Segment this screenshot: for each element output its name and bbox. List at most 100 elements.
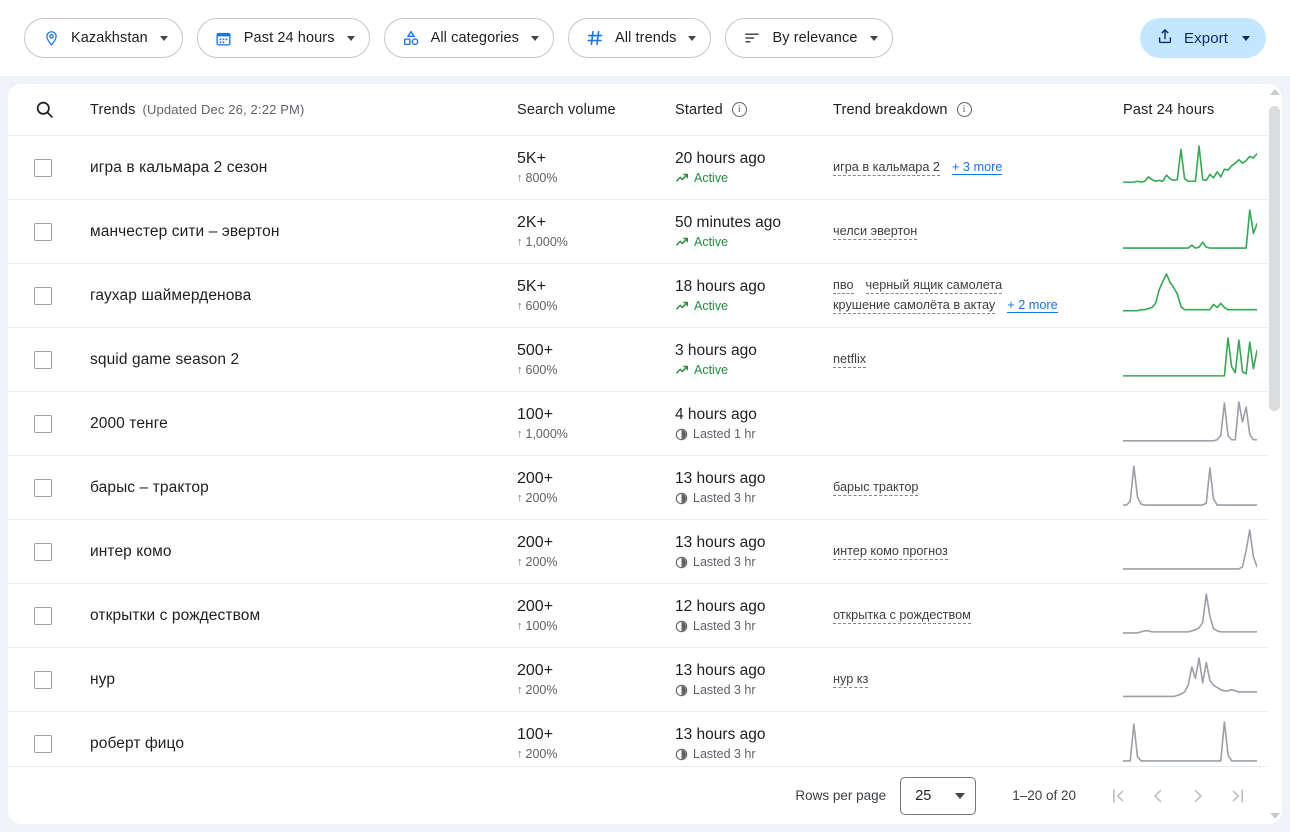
- filter-chip-trendtype[interactable]: All trends: [568, 18, 712, 58]
- trend-title-cell[interactable]: гаухар шаймерденова: [90, 287, 517, 305]
- filter-chip-sort[interactable]: By relevance: [725, 18, 893, 58]
- table-row[interactable]: барыс – трактор 200+ ↑ 200% 13 hours ago Last…: [8, 456, 1282, 520]
- trend-title: роберт фицо: [90, 734, 185, 752]
- breakdown-term[interactable]: открытка с рождеством: [833, 608, 971, 624]
- scroll-down-button[interactable]: [1267, 808, 1282, 824]
- sparkline-cell: [1123, 528, 1268, 575]
- filter-chip-categories[interactable]: All categories: [383, 18, 555, 58]
- trend-breakdown-cell: интер комо прогноз: [833, 544, 1123, 560]
- arrow-up-icon: ↑: [517, 428, 523, 441]
- table-row[interactable]: роберт фицо 100+ ↑ 200% 13 hours ago Lasted 3…: [8, 712, 1282, 766]
- row-checkbox-cell: [34, 542, 90, 561]
- row-checkbox[interactable]: [34, 350, 52, 369]
- table-row[interactable]: squid game season 2 500+ ↑ 600% 3 hours ago A…: [8, 328, 1282, 392]
- search-volume-growth: ↑ 200%: [517, 491, 675, 505]
- trend-title-cell[interactable]: нур: [90, 671, 517, 689]
- info-icon[interactable]: i: [731, 102, 747, 117]
- trend-title: открытки с рождеством: [90, 606, 261, 624]
- trend-title-cell[interactable]: squid game season 2: [90, 351, 517, 369]
- growth-percent: 200%: [525, 683, 558, 698]
- trend-title: squid game season 2: [90, 350, 240, 368]
- breakdown-term[interactable]: интер комо прогноз: [833, 544, 948, 560]
- trend-title-cell[interactable]: интер комо: [90, 543, 517, 561]
- breakdown-term[interactable]: игра в кальмара 2: [833, 160, 940, 176]
- location-pin-icon: [41, 28, 61, 48]
- started-time: 20 hours ago: [675, 149, 766, 167]
- rows-per-page-value: 25: [915, 787, 932, 804]
- search-volume-value: 200+: [517, 533, 554, 551]
- table-row[interactable]: нур 200+ ↑ 200% 13 hours ago Lasted 3 hr нур к…: [8, 648, 1282, 712]
- breakdown-term[interactable]: челси эвертон: [833, 224, 918, 240]
- trend-title-cell[interactable]: игра в кальмара 2 сезон: [90, 159, 517, 177]
- previous-page-button[interactable]: [1138, 776, 1178, 816]
- search-icon[interactable]: [34, 99, 90, 120]
- last-page-button[interactable]: [1218, 776, 1258, 816]
- table-row[interactable]: гаухар шаймерденова 5K+ ↑ 600% 18 hours ago A…: [8, 264, 1282, 328]
- row-checkbox-cell: [34, 606, 90, 625]
- filter-chip-timerange[interactable]: Past 24 hours: [196, 18, 370, 58]
- row-checkbox-cell: [34, 414, 90, 433]
- row-checkbox[interactable]: [34, 606, 52, 625]
- vertical-scrollbar[interactable]: [1267, 84, 1282, 824]
- filter-chip-location[interactable]: Kazakhstan: [24, 18, 183, 58]
- filter-chip-trendtype-label: All trends: [615, 30, 677, 46]
- trend-title-cell[interactable]: открытки с рождеством: [90, 607, 517, 625]
- search-volume-cell: 5K+ ↑ 600%: [517, 278, 675, 313]
- row-checkbox[interactable]: [34, 542, 52, 561]
- row-checkbox[interactable]: [34, 414, 52, 433]
- breakdown-term[interactable]: черный ящик самолета: [865, 278, 1003, 294]
- breakdown-term[interactable]: пво: [833, 278, 854, 294]
- next-page-button[interactable]: [1178, 776, 1218, 816]
- scrollbar-thumb[interactable]: [1269, 106, 1280, 411]
- trend-title-cell[interactable]: манчестер сити – эвертон: [90, 223, 517, 241]
- breakdown-term[interactable]: нур кз: [833, 672, 869, 688]
- rows-per-page-select[interactable]: 25: [900, 776, 977, 815]
- column-header-trends[interactable]: Trends (Updated Dec 26, 2:22 PM): [90, 102, 517, 118]
- filter-chip-timerange-label: Past 24 hours: [243, 30, 335, 46]
- arrow-up-icon: ↑: [517, 364, 523, 377]
- row-checkbox[interactable]: [34, 478, 52, 497]
- arrow-up-icon: ↑: [517, 620, 523, 633]
- scroll-up-button[interactable]: [1267, 84, 1282, 100]
- column-header-started[interactable]: Started i: [675, 102, 833, 118]
- row-checkbox[interactable]: [34, 286, 52, 305]
- trend-title-cell[interactable]: роберт фицо: [90, 735, 517, 753]
- row-checkbox[interactable]: [34, 158, 52, 177]
- export-button[interactable]: Export: [1140, 18, 1266, 58]
- trend-title-cell[interactable]: барыс – трактор: [90, 479, 517, 497]
- row-checkbox[interactable]: [34, 670, 52, 689]
- chevron-down-icon: [955, 792, 966, 799]
- started-cell: 18 hours ago Active: [675, 278, 833, 314]
- row-checkbox[interactable]: [34, 734, 52, 753]
- show-more-terms-link[interactable]: + 3 more: [952, 160, 1003, 175]
- table-row[interactable]: 2000 тенге 100+ ↑ 1,000% 4 hours ago Lasted 1…: [8, 392, 1282, 456]
- breakdown-terms: пво черный ящик самолета крушение самолёта…: [833, 278, 1123, 314]
- table-row[interactable]: игра в кальмара 2 сезон 5K+ ↑ 800% 20 hours …: [8, 136, 1282, 200]
- status-label: Active: [694, 363, 729, 378]
- triangle-up-icon: [1269, 89, 1280, 95]
- row-checkbox-cell: [34, 734, 90, 753]
- started-cell: 12 hours ago Lasted 3 hr: [675, 598, 833, 634]
- trend-title-cell[interactable]: 2000 тенге: [90, 415, 517, 433]
- search-volume-growth: ↑ 1,000%: [517, 235, 675, 249]
- first-page-button[interactable]: [1098, 776, 1138, 816]
- sparkline-cell: [1123, 464, 1268, 511]
- breakdown-term[interactable]: netflix: [833, 352, 867, 368]
- column-header-search-volume[interactable]: Search volume: [517, 102, 675, 118]
- info-icon[interactable]: i: [956, 102, 972, 117]
- search-volume-value: 5K+: [517, 149, 546, 167]
- breakdown-term[interactable]: барыс трактор: [833, 480, 919, 496]
- status-badge: Lasted 1 hr: [675, 427, 833, 441]
- search-volume-value: 2K+: [517, 213, 546, 231]
- status-badge: Active: [675, 363, 833, 377]
- breakdown-term[interactable]: крушение самолёта в актау: [833, 298, 996, 314]
- column-header-trend-breakdown[interactable]: Trend breakdown i: [833, 102, 1123, 118]
- table-row[interactable]: открытки с рождеством 200+ ↑ 100% 12 hours a…: [8, 584, 1282, 648]
- table-row[interactable]: манчестер сити – эвертон 2K+ ↑ 1,000% 50 min…: [8, 200, 1282, 264]
- started-time: 3 hours ago: [675, 341, 757, 359]
- started-cell: 13 hours ago Lasted 3 hr: [675, 726, 833, 762]
- table-row[interactable]: интер комо 200+ ↑ 200% 13 hours ago Lasted 3 …: [8, 520, 1282, 584]
- row-checkbox[interactable]: [34, 222, 52, 241]
- show-more-terms-link[interactable]: + 2 more: [1007, 298, 1058, 313]
- started-time: 12 hours ago: [675, 597, 766, 615]
